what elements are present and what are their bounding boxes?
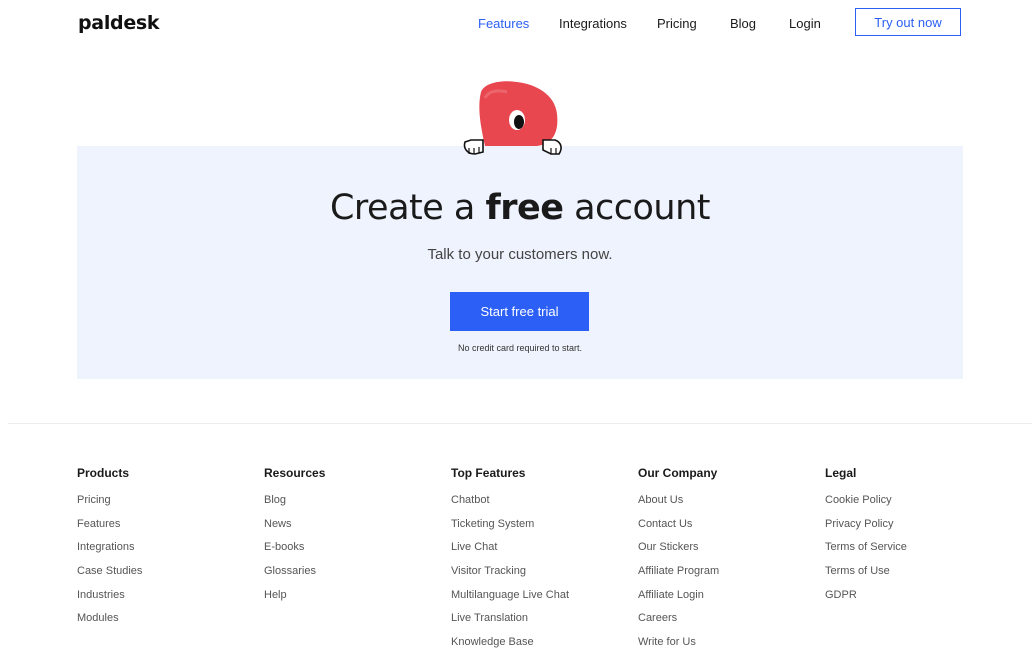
footer-link-e-books[interactable]: E-books (264, 541, 325, 565)
footer-link-modules[interactable]: Modules (77, 612, 142, 636)
footer-link-about-us[interactable]: About Us (638, 494, 719, 518)
footer-link-blog[interactable]: Blog (264, 494, 325, 518)
footer-link-chatbot[interactable]: Chatbot (451, 494, 569, 518)
page-title: Create a free account (0, 188, 1032, 228)
paldesk-logo[interactable]: paldesk (78, 12, 160, 34)
footer-link-pricing[interactable]: Pricing (77, 494, 142, 518)
footer-link-multilanguage-live-chat[interactable]: Multilanguage Live Chat (451, 589, 569, 613)
headline-bold: free (485, 188, 564, 228)
headline-pre: Create a (329, 188, 486, 228)
nav-pricing[interactable]: Pricing (657, 16, 697, 31)
footer-link-glossaries[interactable]: Glossaries (264, 565, 325, 589)
footer-link-terms-of-use[interactable]: Terms of Use (825, 565, 907, 589)
footer-column-title: Top Features (451, 466, 526, 480)
footer-column-top-features: Top Features Chatbot Ticketing System Li… (451, 466, 569, 660)
nav-login[interactable]: Login (789, 16, 821, 31)
footer-link-features[interactable]: Features (77, 518, 142, 542)
footer-link-live-translation[interactable]: Live Translation (451, 612, 569, 636)
footer-link-our-stickers[interactable]: Our Stickers (638, 541, 719, 565)
paldesk-mascot-icon (463, 81, 562, 155)
footer-link-write-for-us[interactable]: Write for Us (638, 636, 719, 660)
footer-link-industries[interactable]: Industries (77, 589, 142, 613)
start-free-trial-button[interactable]: Start free trial (450, 292, 589, 331)
footer-column-resources: Resources Blog News E-books Glossaries H… (264, 466, 325, 612)
try-out-now-button[interactable]: Try out now (855, 8, 961, 36)
footer-link-integrations[interactable]: Integrations (77, 541, 142, 565)
footer-link-ticketing-system[interactable]: Ticketing System (451, 518, 569, 542)
nav-features[interactable]: Features (478, 16, 529, 31)
footer-column-our-company: Our Company About Us Contact Us Our Stic… (638, 466, 719, 660)
footer-divider (8, 423, 1032, 424)
footer-link-help[interactable]: Help (264, 589, 325, 613)
footer-link-knowledge-base[interactable]: Knowledge Base (451, 636, 569, 660)
no-credit-card-note: No credit card required to start. (457, 343, 583, 353)
footer-column-title: Resources (264, 466, 326, 480)
footer-link-affiliate-program[interactable]: Affiliate Program (638, 565, 719, 589)
hero-subtitle: Talk to your customers now. (427, 246, 613, 263)
footer-link-cookie-policy[interactable]: Cookie Policy (825, 494, 907, 518)
footer-column-title: Our Company (638, 466, 718, 480)
footer-link-affiliate-login[interactable]: Affiliate Login (638, 589, 719, 613)
footer-column-title: Legal (825, 466, 857, 480)
nav-blog[interactable]: Blog (730, 16, 756, 31)
footer-link-privacy-policy[interactable]: Privacy Policy (825, 518, 907, 542)
footer-link-terms-of-service[interactable]: Terms of Service (825, 541, 907, 565)
site-header: paldesk Features Integrations Pricing Bl… (0, 0, 1032, 48)
footer-link-live-chat[interactable]: Live Chat (451, 541, 569, 565)
footer-link-visitor-tracking[interactable]: Visitor Tracking (451, 565, 569, 589)
nav-integrations[interactable]: Integrations (559, 16, 627, 31)
headline-post: account (563, 188, 711, 228)
footer-link-careers[interactable]: Careers (638, 612, 719, 636)
footer-link-contact-us[interactable]: Contact Us (638, 518, 719, 542)
footer-link-case-studies[interactable]: Case Studies (77, 565, 142, 589)
footer-link-news[interactable]: News (264, 518, 325, 542)
footer-column-title: Products (77, 466, 130, 480)
footer-column-legal: Legal Cookie Policy Privacy Policy Terms… (825, 466, 907, 612)
footer-column-products: Products Pricing Features Integrations C… (77, 466, 142, 636)
footer-link-gdpr[interactable]: GDPR (825, 589, 907, 613)
